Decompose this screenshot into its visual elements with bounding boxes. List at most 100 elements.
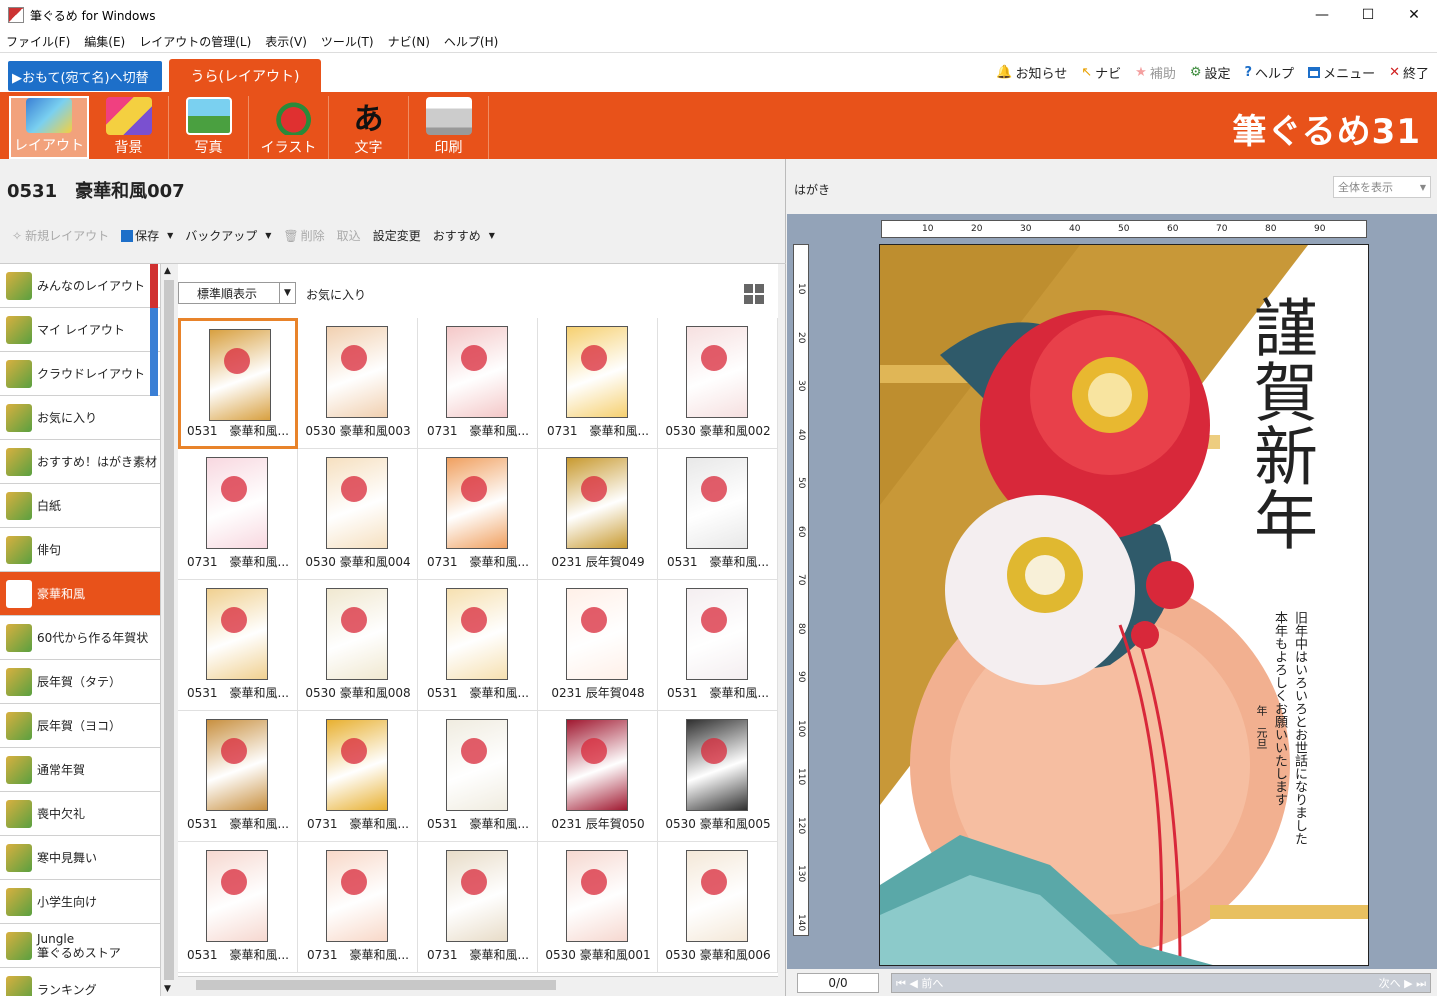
category-item[interactable]: 喪中欠礼 <box>0 792 160 836</box>
delete-button[interactable]: 🗑 削除 <box>279 227 328 244</box>
category-scrollbar[interactable]: ▲ ▼ <box>160 264 177 996</box>
settings-button[interactable]: ⚙ 設定 <box>1190 63 1231 82</box>
menu-tools[interactable]: ツール(T) <box>321 33 374 50</box>
layout-thumbnail[interactable]: 0231 辰年賀048 <box>538 580 658 711</box>
layout-thumbnail[interactable]: 0531 豪華和風... <box>178 580 298 711</box>
help-button[interactable]: ? ヘルプ <box>1245 63 1295 82</box>
layout-thumbnail[interactable]: 0530 豪華和風004 <box>298 449 418 580</box>
layout-thumbnail[interactable]: 0531 豪華和風... <box>178 318 298 449</box>
layout-thumbnail[interactable]: 0530 豪華和風003 <box>298 318 418 449</box>
ribbon-text-button[interactable]: あ 文字 <box>329 96 409 159</box>
layout-thumbnail[interactable]: 0530 豪華和風001 <box>538 842 658 973</box>
favorites-filter[interactable]: お気に入り <box>306 286 366 303</box>
layout-thumbnail[interactable]: 0531 豪華和風... <box>658 580 778 711</box>
new-layout-button[interactable]: ✧ 新規レイアウト <box>8 227 113 244</box>
category-item[interactable]: 通常年賀 <box>0 748 160 792</box>
category-item[interactable]: 辰年賀（ヨコ） <box>0 704 160 748</box>
layout-thumbnail[interactable]: 0531 豪華和風... <box>178 842 298 973</box>
layout-thumbnail[interactable]: 0731 豪華和風... <box>418 318 538 449</box>
recommend-button[interactable]: おすすめ ▼ <box>429 227 499 244</box>
thumbnail-motif <box>341 345 367 371</box>
illust-icon <box>265 97 312 135</box>
switch-front-button[interactable]: ▶おもて(宛て名)へ切替 <box>8 61 162 91</box>
page-number-field[interactable]: 0/0 <box>797 973 879 993</box>
zoom-select[interactable]: 全体を表示 ▼ <box>1333 176 1431 198</box>
scroll-thumb[interactable] <box>196 980 556 990</box>
menu-layout-manage[interactable]: レイアウトの管理(L) <box>139 33 251 50</box>
thumbnail-image <box>326 457 388 549</box>
settings-change-button[interactable]: 設定変更 <box>369 227 425 244</box>
scroll-down-icon[interactable]: ▼ <box>164 984 171 994</box>
category-item[interactable]: 小学生向け <box>0 880 160 924</box>
ribbon-print-button[interactable]: 印刷 <box>409 96 489 159</box>
category-item[interactable]: 寒中見舞い <box>0 836 160 880</box>
exit-label: 終了 <box>1402 67 1429 82</box>
gallery-hscrollbar[interactable] <box>178 976 778 993</box>
layout-thumbnail[interactable]: 0731 豪華和風... <box>538 318 658 449</box>
layout-thumbnail[interactable]: 0530 豪華和風008 <box>298 580 418 711</box>
ribbon-background-button[interactable]: 背景 <box>89 96 169 159</box>
layout-thumbnail[interactable]: 0731 豪華和風... <box>298 711 418 842</box>
message-line-2: 本年もよろしくお願いいたします <box>1272 611 1287 806</box>
layout-thumbnail[interactable]: 0731 豪華和風... <box>418 842 538 973</box>
ribbon-layout-button[interactable]: レイアウト <box>9 96 89 159</box>
layout-thumbnail[interactable]: 0731 豪華和風... <box>418 449 538 580</box>
assist-button[interactable]: ★ 補助 <box>1135 63 1176 82</box>
category-item[interactable]: 俳句 <box>0 528 160 572</box>
menu-edit[interactable]: 編集(E) <box>84 33 125 50</box>
layout-thumbnail[interactable]: 0731 豪華和風... <box>178 449 298 580</box>
sort-select[interactable]: 標準順表示 ▼ <box>178 282 296 304</box>
category-item[interactable]: マイ レイアウト <box>0 308 160 352</box>
category-item[interactable]: 白紙 <box>0 484 160 528</box>
backup-button[interactable]: バックアップ ▼ <box>181 227 275 244</box>
layout-thumbnail[interactable]: 0231 辰年賀050 <box>538 711 658 842</box>
ribbon-illust-button[interactable]: イラスト <box>249 96 329 159</box>
next-page-button[interactable]: 次へ ▶ ⏭ <box>1379 975 1426 991</box>
menu-file[interactable]: ファイル(F) <box>6 33 70 50</box>
ruler-tick: 120 <box>796 816 806 834</box>
layout-thumbnail[interactable]: 0530 豪華和風005 <box>658 711 778 842</box>
photo-icon <box>185 97 232 135</box>
main-menu-button[interactable]: メニュー <box>1308 63 1375 82</box>
save-button[interactable]: 保存 ▼ <box>117 227 177 244</box>
notice-button[interactable]: 🔔 お知らせ <box>996 63 1067 82</box>
category-item[interactable]: おすすめ！はがき素材 <box>0 440 160 484</box>
scroll-thumb[interactable] <box>164 280 174 980</box>
ribbon-photo-button[interactable]: 写真 <box>169 96 249 159</box>
menu-view[interactable]: 表示(V) <box>265 33 307 50</box>
layout-thumbnail[interactable]: 0531 豪華和風... <box>178 711 298 842</box>
layout-pane: 0531 豪華和風007 ✧ 新規レイアウト 保存 ▼ バックアップ ▼ 🗑 削… <box>0 159 786 996</box>
category-item[interactable]: 豪華和風 <box>0 572 160 616</box>
navi-button[interactable]: ↖ ナビ <box>1081 63 1121 82</box>
text-icon: あ <box>353 102 384 137</box>
import-button[interactable]: 取込 <box>333 227 365 244</box>
tab-back-layout[interactable]: うら(レイアウト) <box>169 59 321 93</box>
grid-view-icon[interactable] <box>744 284 764 304</box>
thumbnail-motif <box>221 738 247 764</box>
layout-thumbnail[interactable]: 0231 辰年賀049 <box>538 449 658 580</box>
category-label: お気に入り <box>37 410 98 425</box>
layout-thumbnail[interactable]: 0530 豪華和風002 <box>658 318 778 449</box>
layout-thumbnail[interactable]: 0531 豪華和風... <box>418 711 538 842</box>
thumbnail-image <box>206 457 268 549</box>
close-window-button[interactable]: ✕ <box>1391 0 1437 30</box>
category-item[interactable]: お気に入り <box>0 396 160 440</box>
maximize-button[interactable]: ☐ <box>1345 0 1391 30</box>
menu-help[interactable]: ヘルプ(H) <box>444 33 498 50</box>
postcard-preview[interactable]: 謹賀新年 旧年中はいろいろとお世話になりました 本年もよろしくお願いいたします … <box>879 244 1369 966</box>
category-item[interactable]: 辰年賀（タテ） <box>0 660 160 704</box>
layout-thumbnail[interactable]: 0531 豪華和風... <box>658 449 778 580</box>
layout-thumbnail[interactable]: 0531 豪華和風... <box>418 580 538 711</box>
exit-button[interactable]: ✕ 終了 <box>1389 63 1429 82</box>
category-item[interactable]: みんなのレイアウト <box>0 264 160 308</box>
category-item[interactable]: Jungle 筆ぐるめストア <box>0 924 160 968</box>
minimize-button[interactable]: — <box>1299 0 1345 30</box>
prev-page-button[interactable]: ⏮ ◀ 前へ <box>896 975 943 991</box>
layout-thumbnail[interactable]: 0731 豪華和風... <box>298 842 418 973</box>
category-item[interactable]: 60代から作る年賀状 <box>0 616 160 660</box>
layout-thumbnail[interactable]: 0530 豪華和風006 <box>658 842 778 973</box>
scroll-up-icon[interactable]: ▲ <box>164 266 171 276</box>
category-item[interactable]: クラウドレイアウト <box>0 352 160 396</box>
menu-navi[interactable]: ナビ(N) <box>388 33 430 50</box>
category-item[interactable]: ランキング <box>0 968 160 996</box>
